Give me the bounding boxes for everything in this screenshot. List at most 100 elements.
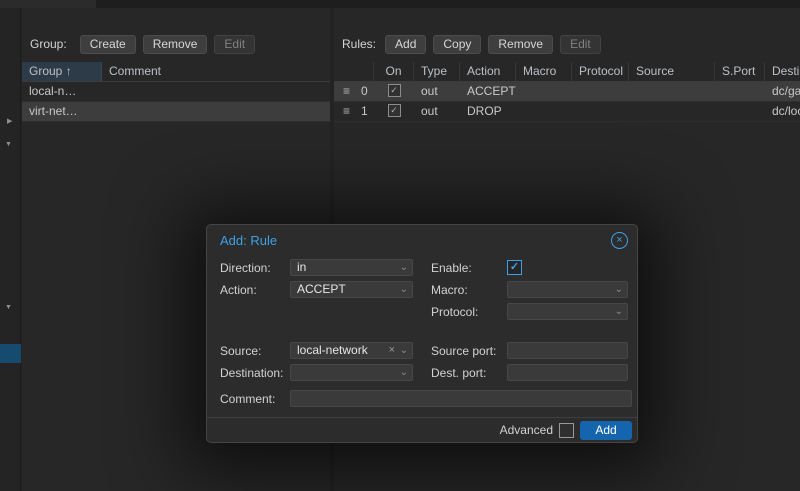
protocol-select[interactable]: ⌄ — [507, 303, 628, 320]
direction-value: in — [297, 260, 306, 274]
dest-port-input[interactable] — [507, 364, 628, 381]
protocol-label: Protocol: — [431, 305, 478, 319]
chevron-down-icon[interactable]: ⌄ — [615, 305, 623, 318]
macro-column-header[interactable]: Macro — [516, 62, 572, 81]
macro-select[interactable]: ⌄ — [507, 281, 628, 298]
direction-select[interactable]: in ⌄ — [290, 259, 413, 276]
dialog-title: Add: Rule — [220, 233, 277, 248]
rule-sport-cell — [715, 102, 765, 121]
firewall-screen: ▶ ▼ ▼ Group: Create Remove Edit Group ↑ … — [0, 0, 800, 491]
handle-column-header — [334, 62, 374, 81]
rule-on-cell: ✓ — [374, 102, 414, 121]
comment-input[interactable] — [290, 390, 632, 407]
group-row-local-network[interactable]: local-n… — [22, 82, 330, 102]
chevron-down-icon[interactable]: ⌄ — [400, 261, 408, 274]
source-port-input[interactable] — [507, 342, 628, 359]
rule-macro-cell — [516, 82, 572, 101]
add-rule-dialog: Add: Rule × Direction: in ⌄ Enable: ✓ Ac… — [206, 224, 638, 443]
rule-on-cell: ✓ — [374, 82, 414, 101]
dialog-add-button[interactable]: Add — [580, 421, 632, 440]
advanced-checkbox[interactable] — [559, 423, 574, 438]
advanced-label: Advanced — [500, 423, 553, 437]
action-select[interactable]: ACCEPT ⌄ — [290, 281, 413, 298]
on-column-header[interactable]: On — [374, 62, 414, 81]
rule-action-cell: ACCEPT — [460, 82, 516, 101]
rule-row-0[interactable]: ≡ 0 ✓ out ACCEPT dc/gatew — [334, 82, 800, 102]
group-grid-header: Group ↑ Comment — [22, 62, 330, 82]
enable-label: Enable: — [431, 261, 472, 275]
rule-on-checkbox[interactable]: ✓ — [388, 104, 401, 117]
rules-grid: On Type Action Macro Protocol Source S.P… — [334, 62, 800, 122]
chevron-down-icon[interactable]: ⌄ — [615, 283, 623, 296]
rule-row-1[interactable]: ≡ 1 ✓ out DROP dc/local- — [334, 102, 800, 122]
chevron-down-icon[interactable]: ⌄ — [400, 366, 408, 379]
drag-handle-icon[interactable]: ≡ — [343, 82, 350, 101]
tree-collapse-icon-2[interactable]: ▼ — [5, 304, 12, 311]
tree-collapse-icon[interactable]: ▼ — [5, 141, 12, 148]
destination-column-header[interactable]: Destination — [765, 62, 800, 81]
active-tab[interactable] — [0, 0, 96, 8]
rule-protocol-cell — [572, 82, 629, 101]
chevron-down-icon[interactable]: ⌄ — [400, 283, 408, 296]
group-comment-cell — [102, 82, 330, 101]
source-port-label: Source port: — [431, 344, 496, 358]
clear-icon[interactable]: × — [389, 343, 395, 358]
group-edit-button[interactable]: Edit — [214, 35, 255, 54]
tree-expand-icon[interactable]: ▶ — [7, 118, 12, 125]
rules-toolbar: Rules: Add Copy Remove Edit — [334, 30, 800, 58]
direction-label: Direction: — [220, 261, 271, 275]
dialog-footer: Advanced Add — [207, 417, 637, 442]
protocol-column-header[interactable]: Protocol — [572, 62, 629, 81]
action-column-header[interactable]: Action — [460, 62, 516, 81]
enable-checkbox[interactable]: ✓ — [507, 260, 522, 275]
rule-source-cell — [629, 102, 715, 121]
rule-action-cell: DROP — [460, 102, 516, 121]
rules-grid-header: On Type Action Macro Protocol Source S.P… — [334, 62, 800, 82]
rule-index: 1 — [361, 102, 368, 121]
action-label: Action: — [220, 283, 257, 297]
comment-label: Comment: — [220, 392, 275, 406]
source-label: Source: — [220, 344, 261, 358]
group-column-header[interactable]: Group ↑ — [22, 62, 102, 81]
type-column-header[interactable]: Type — [414, 62, 460, 81]
comment-column-header[interactable]: Comment — [102, 62, 330, 81]
dest-port-label: Dest. port: — [431, 366, 486, 380]
rule-protocol-cell — [572, 102, 629, 121]
group-toolbar: Group: Create Remove Edit — [22, 30, 330, 58]
group-create-button[interactable]: Create — [80, 35, 136, 54]
rule-macro-cell — [516, 102, 572, 121]
action-value: ACCEPT — [297, 282, 346, 296]
destination-select[interactable]: ⌄ — [290, 364, 413, 381]
group-toolbar-label: Group: — [30, 37, 67, 51]
rule-type-cell: out — [414, 102, 460, 121]
sport-column-header[interactable]: S.Port — [715, 62, 765, 81]
drag-handle-icon[interactable]: ≡ — [343, 102, 350, 121]
rules-toolbar-label: Rules: — [342, 37, 376, 51]
source-value: local-network — [297, 343, 368, 357]
rule-source-cell — [629, 82, 715, 101]
group-comment-cell — [102, 102, 330, 121]
rule-type-cell: out — [414, 82, 460, 101]
source-column-header[interactable]: Source — [629, 62, 715, 81]
rule-copy-button[interactable]: Copy — [433, 35, 481, 54]
rule-destination-cell: dc/local- — [765, 102, 800, 121]
group-row-virt-net[interactable]: virt-net… — [22, 102, 330, 122]
rule-edit-button[interactable]: Edit — [560, 35, 601, 54]
group-remove-button[interactable]: Remove — [143, 35, 208, 54]
source-combo[interactable]: local-network × ⌄ — [290, 342, 413, 359]
destination-label: Destination: — [220, 366, 283, 380]
rule-add-button[interactable]: Add — [385, 35, 426, 54]
group-grid: Group ↑ Comment local-n… virt-net… — [22, 62, 330, 122]
rule-on-checkbox[interactable]: ✓ — [388, 84, 401, 97]
chevron-down-icon[interactable]: ⌄ — [400, 344, 408, 357]
rule-destination-cell: dc/gatew — [765, 82, 800, 101]
close-icon[interactable]: × — [611, 232, 628, 249]
left-tree-gutter: ▶ ▼ ▼ — [0, 8, 21, 491]
tree-selected-item-indicator[interactable] — [0, 344, 21, 363]
rule-handle-cell: ≡ 1 — [334, 102, 374, 121]
rule-index: 0 — [361, 82, 368, 101]
rule-remove-button[interactable]: Remove — [488, 35, 553, 54]
sort-ascending-icon: ↑ — [66, 64, 72, 78]
macro-label: Macro: — [431, 283, 468, 297]
group-name-cell: local-n… — [22, 82, 102, 101]
